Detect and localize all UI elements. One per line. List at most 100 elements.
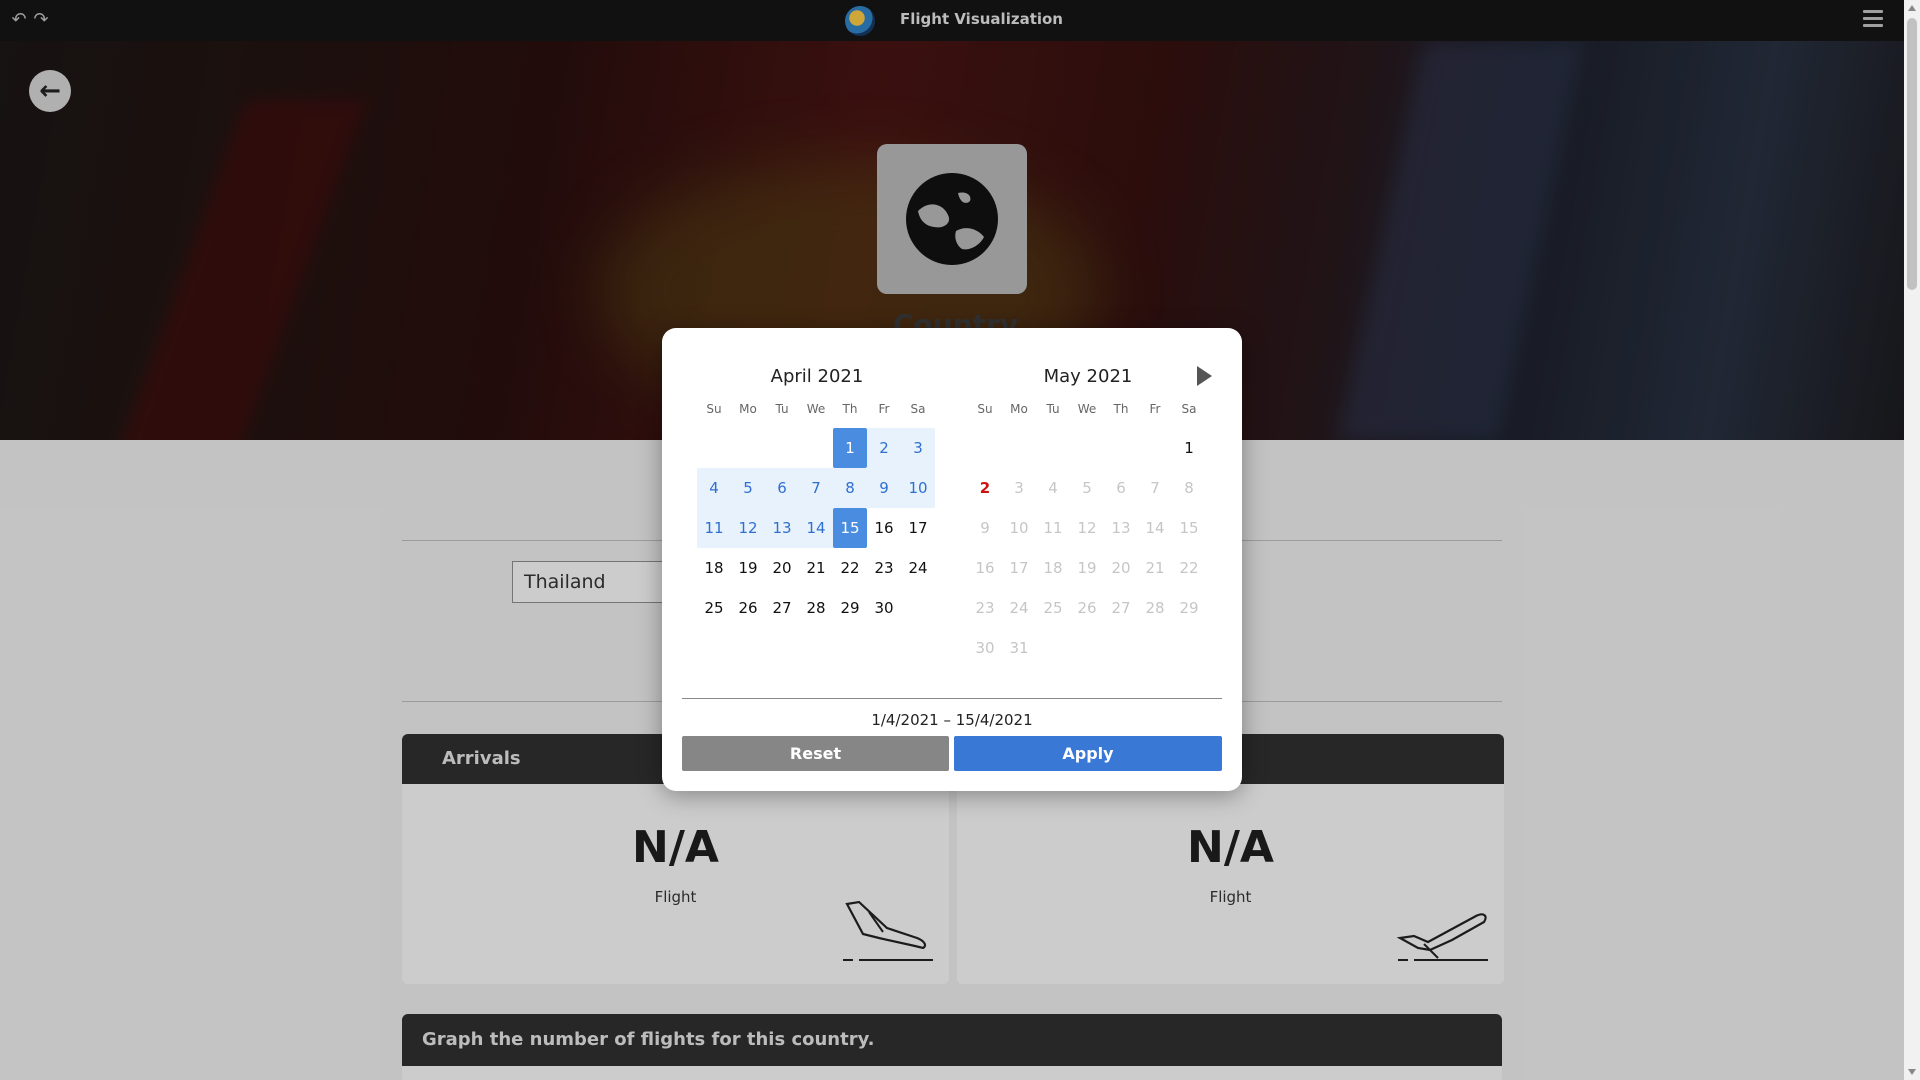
weekday-header: Su Mo Tu We Th Fr Sa: [697, 402, 937, 420]
calendar-day: 14: [1145, 519, 1165, 537]
calendar-day[interactable]: 27: [765, 588, 799, 628]
calendar-day[interactable]: 23: [867, 548, 901, 588]
calendar-day[interactable]: 30: [867, 588, 901, 628]
divider: [682, 698, 1222, 699]
calendar-day: 23: [975, 599, 995, 617]
calendar-day: 13: [1111, 519, 1131, 537]
calendar-day[interactable]: 8: [833, 468, 867, 508]
calendar-day: 25: [1043, 599, 1063, 617]
calendar-day: 20: [1111, 559, 1131, 577]
page-scrollbar[interactable]: [1904, 0, 1920, 1080]
empty-day-cell: [731, 428, 765, 468]
empty-day-cell: [697, 428, 731, 468]
empty-day-cell: [968, 428, 1002, 468]
next-month-icon[interactable]: [1197, 366, 1212, 386]
selected-range: 1/4/2021 – 15/4/2021: [871, 711, 1033, 729]
calendar-day[interactable]: 21: [799, 548, 833, 588]
calendar-day[interactable]: 20: [765, 548, 799, 588]
scrollbar-thumb[interactable]: [1907, 18, 1917, 290]
calendar-day: 9: [980, 519, 990, 537]
calendar-day: 24: [1009, 599, 1029, 617]
calendar-day[interactable]: 10: [901, 468, 935, 508]
empty-day-cell: [1104, 428, 1138, 468]
calendar-day: 11: [1043, 519, 1063, 537]
calendar-day[interactable]: 17: [901, 508, 935, 548]
calendar-day[interactable]: 16: [867, 508, 901, 548]
calendar-day[interactable]: 12: [731, 508, 765, 548]
weekday-label: Sa: [1181, 402, 1197, 416]
calendar-day: 30: [975, 639, 995, 657]
calendar-day[interactable]: 25: [697, 588, 731, 628]
empty-day-cell: [1070, 428, 1104, 468]
calendar-day[interactable]: 14: [799, 508, 833, 548]
weekday-label: Tu: [1046, 402, 1060, 416]
calendar-day: 10: [1009, 519, 1029, 537]
weekday-label: We: [1077, 402, 1097, 416]
calendar-day: 15: [1179, 519, 1199, 537]
calendar-day: 28: [1145, 599, 1165, 617]
empty-day-cell: [1036, 428, 1070, 468]
calendar-day: 3: [1014, 479, 1024, 497]
calendar-day[interactable]: 26: [731, 588, 765, 628]
calendar-day[interactable]: 5: [731, 468, 765, 508]
calendar-day[interactable]: 7: [799, 468, 833, 508]
weekday-label: Mo: [1010, 402, 1028, 416]
calendar-day[interactable]: 2: [867, 428, 901, 468]
calendar-day: 27: [1111, 599, 1131, 617]
weekday-label: Su: [706, 402, 722, 416]
calendar-day: 21: [1145, 559, 1165, 577]
empty-day-cell: [1138, 428, 1172, 468]
calendar-day: 29: [1179, 599, 1199, 617]
calendar-day[interactable]: 3: [901, 428, 935, 468]
calendar-day: 16: [975, 559, 995, 577]
calendar-day[interactable]: 22: [833, 548, 867, 588]
calendar-day: 22: [1179, 559, 1199, 577]
month-title: May 2021: [1043, 366, 1133, 387]
calendar-day[interactable]: 1: [1172, 428, 1206, 468]
weekday-label: We: [806, 402, 826, 416]
reset-button[interactable]: Reset: [682, 736, 949, 771]
day-grid: 1 2 3 4 5 6 7 8 9 10 11 12 13 14 15 16 17 18 19 20 21 22 23 24 2…: [968, 428, 1208, 668]
calendar-day[interactable]: 24: [901, 548, 935, 588]
calendar-day[interactable]: 1: [833, 428, 867, 468]
apply-button[interactable]: Apply: [954, 736, 1222, 771]
calendar-day: 7: [1150, 479, 1160, 497]
calendar-day[interactable]: 28: [799, 588, 833, 628]
month-title: April 2021: [770, 366, 864, 387]
calendar-month-may: May 2021 Su Mo Tu We Th Fr Sa 1 2 3 4 5 6 7 8 9 10 11 12 1…: [968, 366, 1208, 668]
day-grid: 1 2 3 4 5 6 7 8 9 10 11 12 13 14 15 16 17 18 19 20 21 22 23 24 2…: [697, 428, 937, 628]
empty-day-cell: [799, 428, 833, 468]
calendar-day[interactable]: 4: [697, 468, 731, 508]
calendar-day[interactable]: 6: [765, 468, 799, 508]
calendar-month-april: April 2021 Su Mo Tu We Th Fr Sa 1 2 3 4 5 6 7 8 9 10 11 1…: [697, 366, 937, 628]
calendar-day[interactable]: 19: [731, 548, 765, 588]
weekday-label: Su: [977, 402, 993, 416]
calendar-day: 4: [1048, 479, 1058, 497]
calendar-day: 8: [1184, 479, 1194, 497]
scroll-up-icon[interactable]: [1908, 5, 1916, 11]
calendar-day[interactable]: 13: [765, 508, 799, 548]
calendar-day[interactable]: 9: [867, 468, 901, 508]
weekday-label: Fr: [878, 402, 890, 416]
calendar-day: 5: [1082, 479, 1092, 497]
weekday-label: Tu: [775, 402, 789, 416]
calendar-day[interactable]: 29: [833, 588, 867, 628]
weekday-label: Fr: [1149, 402, 1161, 416]
calendar-day[interactable]: 18: [697, 548, 731, 588]
calendar-day: 18: [1043, 559, 1063, 577]
empty-day-cell: [765, 428, 799, 468]
empty-day-cell: [1002, 428, 1036, 468]
calendar-day[interactable]: 15: [833, 508, 867, 548]
weekday-label: Th: [1113, 402, 1129, 416]
calendar-day: 26: [1077, 599, 1097, 617]
scroll-down-icon[interactable]: [1908, 1069, 1916, 1075]
weekday-header: Su Mo Tu We Th Fr Sa: [968, 402, 1208, 420]
calendar-day: 17: [1009, 559, 1029, 577]
calendar-day: 31: [1009, 639, 1029, 657]
weekday-label: Th: [842, 402, 858, 416]
calendar-day: 6: [1116, 479, 1126, 497]
calendar-day: 19: [1077, 559, 1097, 577]
weekday-label: Mo: [739, 402, 757, 416]
calendar-day[interactable]: 11: [697, 508, 731, 548]
calendar-day[interactable]: 2: [968, 468, 1002, 508]
